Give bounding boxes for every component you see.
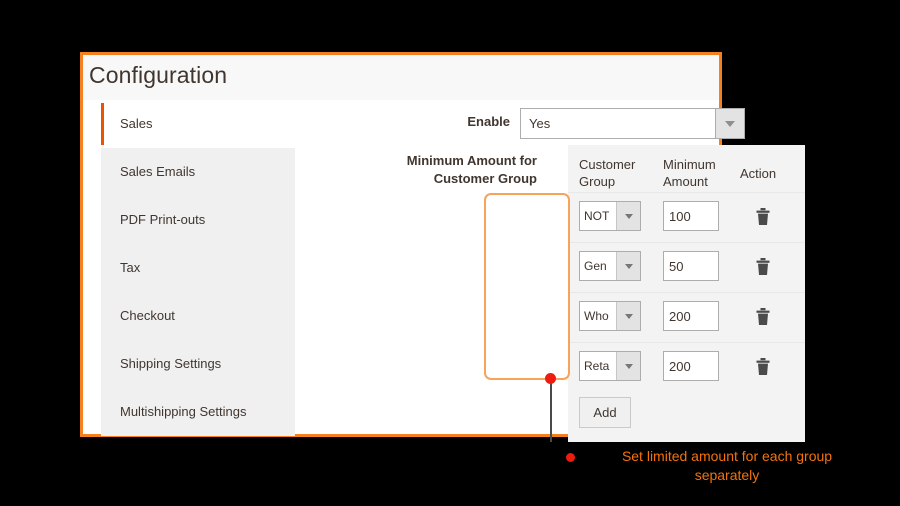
chevron-down-icon — [616, 352, 640, 380]
customer-group-select-value: Who — [580, 302, 616, 330]
column-header-customer-group: Customer Group — [579, 156, 649, 190]
customer-group-select[interactable]: Gen — [579, 251, 641, 281]
table-row: Who — [568, 292, 805, 342]
sidebar-item-label: Shipping Settings — [120, 356, 221, 371]
table-row: Gen — [568, 242, 805, 292]
trash-icon[interactable] — [754, 257, 772, 277]
sidebar-item-multishipping-settings[interactable]: Multishipping Settings — [101, 388, 295, 436]
trash-icon[interactable] — [754, 357, 772, 377]
customer-group-select[interactable]: Reta — [579, 351, 641, 381]
enable-label: Enable — [432, 114, 510, 129]
sidebar-item-label: PDF Print-outs — [120, 212, 205, 227]
chevron-down-icon — [616, 202, 640, 230]
customer-group-select[interactable]: NOT — [579, 201, 641, 231]
customer-group-select[interactable]: Who — [579, 301, 641, 331]
sidebar-item-sales-emails[interactable]: Sales Emails — [101, 148, 295, 196]
minimum-amount-input[interactable] — [663, 351, 719, 381]
sidebar-item-pdf-print-outs[interactable]: PDF Print-outs — [101, 196, 295, 244]
minimum-amount-field-label: Minimum Amount for Customer Group — [387, 152, 537, 188]
column-header-minimum-amount: Minimum Amount — [663, 156, 733, 190]
customer-group-select-value: Reta — [580, 352, 616, 380]
enable-select[interactable]: Yes — [520, 108, 745, 139]
add-button[interactable]: Add — [579, 397, 631, 428]
sidebar-item-label: Checkout — [120, 308, 175, 323]
panel-body: Sales Sales Emails PDF Print-outs Tax Ch… — [83, 100, 719, 434]
matrix-header-row: Customer Group Minimum Amount Action — [568, 145, 805, 192]
sidebar-item-checkout[interactable]: Checkout — [101, 292, 295, 340]
annotation-callout: Set limited amount for each group separa… — [566, 447, 866, 485]
annotation-text: Set limited amount for each group separa… — [588, 447, 866, 485]
sidebar-item-label: Multishipping Settings — [120, 404, 246, 419]
table-row: NOT — [568, 192, 805, 242]
minimum-amount-input[interactable] — [663, 251, 719, 281]
enable-select-value: Yes — [521, 109, 715, 138]
minimum-amount-input[interactable] — [663, 301, 719, 331]
page-title: Configuration — [89, 62, 227, 89]
chevron-down-icon — [616, 302, 640, 330]
panel-title-bar: Configuration — [83, 55, 719, 100]
customer-group-select-value: NOT — [580, 202, 616, 230]
chevron-down-icon — [616, 252, 640, 280]
chevron-down-icon — [715, 109, 744, 138]
customer-group-matrix: Customer Group Minimum Amount Action NOT — [568, 145, 805, 442]
column-header-action: Action — [740, 165, 800, 182]
callout-anchor-dot — [545, 373, 556, 384]
matrix-add-row: Add — [568, 392, 805, 434]
callout-leader-line — [550, 380, 552, 442]
settings-content: Enable Yes Minimum Amount for Customer G… — [295, 100, 719, 434]
sidebar-item-label: Tax — [120, 260, 140, 275]
callout-bullet-icon — [566, 453, 575, 462]
minimum-amount-input[interactable] — [663, 201, 719, 231]
customer-group-select-value: Gen — [580, 252, 616, 280]
sidebar-item-tax[interactable]: Tax — [101, 244, 295, 292]
table-row: Reta — [568, 342, 805, 392]
configuration-panel: Configuration Sales Sales Emails PDF Pri… — [80, 52, 722, 437]
trash-icon[interactable] — [754, 207, 772, 227]
trash-icon[interactable] — [754, 307, 772, 327]
sidebar-item-label: Sales — [120, 116, 153, 131]
sidebar-item-label: Sales Emails — [120, 164, 195, 179]
settings-sidebar: Sales Sales Emails PDF Print-outs Tax Ch… — [101, 100, 295, 436]
sidebar-item-shipping-settings[interactable]: Shipping Settings — [101, 340, 295, 388]
